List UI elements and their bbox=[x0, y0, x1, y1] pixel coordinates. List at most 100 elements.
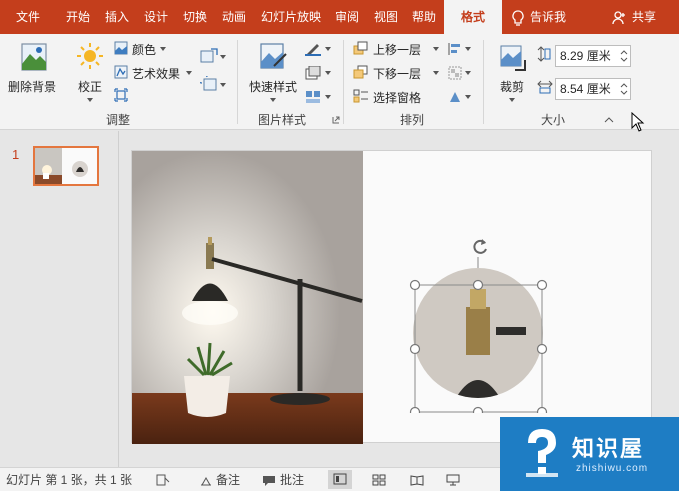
corrections-button[interactable]: 校正 bbox=[70, 38, 110, 108]
share-label: 共享 bbox=[632, 10, 657, 24]
remove-background-button[interactable]: 删除背景 bbox=[4, 38, 64, 104]
slide-info: 幻灯片 第 1 张，共 1 张 bbox=[6, 473, 133, 487]
menu-design[interactable]: 设计 bbox=[136, 0, 176, 34]
question-mark-icon bbox=[526, 429, 558, 477]
rotate-handle-icon[interactable] bbox=[470, 237, 490, 257]
color-label: 颜色 bbox=[132, 43, 157, 57]
tell-me-label: 告诉我 bbox=[530, 10, 567, 24]
shape-width-icon bbox=[537, 80, 553, 94]
notes-label: 备注 bbox=[216, 473, 241, 487]
reading-view-icon[interactable] bbox=[410, 474, 424, 486]
artistic-effects-button[interactable]: 艺术效果 bbox=[114, 64, 196, 82]
comments-label: 批注 bbox=[280, 473, 305, 487]
width-input[interactable]: 8.54 厘米 bbox=[555, 78, 631, 100]
compress-pictures-icon[interactable] bbox=[114, 88, 128, 102]
notes-button[interactable]: 备注 bbox=[200, 468, 240, 491]
send-backward-button[interactable]: 下移一层 bbox=[353, 64, 441, 82]
menu-help[interactable]: 帮助 bbox=[404, 0, 444, 34]
chevron-down-icon bbox=[325, 47, 331, 51]
height-input[interactable]: 8.29 厘米 bbox=[555, 45, 631, 67]
comment-icon bbox=[263, 475, 275, 486]
spinner-icon[interactable] bbox=[620, 48, 628, 64]
collapse-ribbon-icon[interactable] bbox=[604, 117, 614, 123]
reset-picture-icon[interactable] bbox=[200, 76, 218, 92]
chevron-down-icon bbox=[325, 71, 331, 75]
picture-border-icon[interactable] bbox=[305, 42, 321, 56]
height-value: 8.29 厘米 bbox=[560, 49, 611, 63]
slideshow-view-icon[interactable] bbox=[446, 474, 460, 486]
slide-thumbnail[interactable] bbox=[33, 146, 99, 186]
picture-effects-icon[interactable] bbox=[305, 66, 321, 80]
remove-background-icon bbox=[21, 43, 47, 71]
crop-button[interactable]: 裁剪 bbox=[492, 38, 532, 108]
watermark-url: zhishiwu.com bbox=[576, 463, 649, 474]
menu-transitions[interactable]: 切换 bbox=[175, 0, 215, 34]
chevron-down-icon bbox=[509, 98, 515, 102]
dialog-launcher-icon[interactable] bbox=[332, 116, 340, 124]
chevron-down-icon bbox=[465, 71, 471, 75]
chevron-down-icon bbox=[160, 47, 166, 51]
selection-pane-button[interactable]: 选择窗格 bbox=[353, 88, 433, 106]
group-divider bbox=[237, 40, 238, 124]
chevron-down-icon bbox=[186, 71, 192, 75]
slide-sorter-icon[interactable] bbox=[372, 474, 386, 486]
menu-bar: 文件 开始 插入 设计 切换 动画 幻灯片放映 审阅 视图 帮助 格式 告诉我 … bbox=[0, 0, 679, 34]
watermark-logo: 知识屋 zhishiwu.com bbox=[500, 417, 679, 491]
slide-thumbnails-panel: 1 bbox=[0, 131, 118, 467]
menu-file[interactable]: 文件 bbox=[8, 0, 48, 34]
send-backward-label: 下移一层 bbox=[373, 67, 422, 81]
align-icon[interactable] bbox=[448, 42, 462, 56]
quick-styles-icon bbox=[260, 43, 287, 69]
change-picture-icon[interactable] bbox=[200, 48, 218, 64]
normal-view-icon bbox=[333, 473, 347, 485]
chevron-down-icon bbox=[87, 98, 93, 102]
menu-view[interactable]: 视图 bbox=[366, 0, 406, 34]
arrange-group-label: 排列 bbox=[400, 113, 425, 127]
slide-canvas[interactable] bbox=[131, 150, 652, 444]
quick-styles-button[interactable]: 快速样式 bbox=[246, 38, 300, 108]
chevron-down-icon bbox=[325, 95, 331, 99]
picture-layout-icon[interactable] bbox=[305, 90, 321, 104]
corrections-label: 校正 bbox=[78, 80, 103, 94]
share-button[interactable]: 共享 bbox=[612, 0, 656, 34]
chevron-down-icon bbox=[270, 98, 276, 102]
chevron-down-icon bbox=[433, 47, 439, 51]
size-group-label: 大小 bbox=[541, 113, 566, 127]
menu-format[interactable]: 格式 bbox=[444, 0, 502, 34]
rotate-icon[interactable] bbox=[448, 90, 462, 104]
group-objects-icon[interactable] bbox=[448, 66, 462, 80]
picture-styles-group-label: 图片样式 bbox=[258, 113, 307, 127]
crop-icon bbox=[500, 45, 526, 71]
group-divider bbox=[483, 40, 484, 124]
watermark-title: 知识屋 bbox=[572, 436, 645, 461]
comments-button[interactable]: 批注 bbox=[262, 468, 304, 491]
bring-forward-label: 上移一层 bbox=[373, 43, 422, 57]
crop-label: 裁剪 bbox=[500, 80, 525, 94]
panel-divider bbox=[118, 131, 119, 467]
artistic-effects-label: 艺术效果 bbox=[132, 67, 181, 81]
menu-animations[interactable]: 动画 bbox=[214, 0, 254, 34]
mouse-cursor-icon bbox=[631, 112, 645, 132]
spellcheck-icon[interactable] bbox=[156, 474, 170, 486]
artistic-effects-icon bbox=[114, 65, 128, 79]
chevron-down-icon bbox=[433, 71, 439, 75]
remove-background-label: 删除背景 bbox=[8, 80, 57, 94]
spinner-icon[interactable] bbox=[620, 81, 628, 97]
lamp-photo[interactable] bbox=[132, 151, 363, 444]
tell-me-button[interactable]: 告诉我 bbox=[512, 0, 566, 34]
color-palette-icon bbox=[114, 41, 128, 55]
chevron-down-icon bbox=[220, 55, 226, 59]
slide-thumbnail-image bbox=[35, 148, 88, 184]
view-normal-button[interactable] bbox=[328, 470, 352, 489]
menu-insert[interactable]: 插入 bbox=[97, 0, 137, 34]
person-icon bbox=[612, 11, 625, 24]
bring-forward-button[interactable]: 上移一层 bbox=[353, 40, 441, 58]
selection-pane-icon bbox=[353, 89, 368, 103]
cropped-circle-picture[interactable] bbox=[408, 237, 554, 413]
color-button[interactable]: 颜色 bbox=[114, 40, 170, 58]
menu-home[interactable]: 开始 bbox=[58, 0, 98, 34]
width-value: 8.54 厘米 bbox=[560, 82, 611, 96]
menu-slideshow[interactable]: 幻灯片放映 bbox=[256, 0, 326, 34]
menu-review[interactable]: 审阅 bbox=[327, 0, 367, 34]
bring-forward-icon bbox=[353, 41, 368, 55]
